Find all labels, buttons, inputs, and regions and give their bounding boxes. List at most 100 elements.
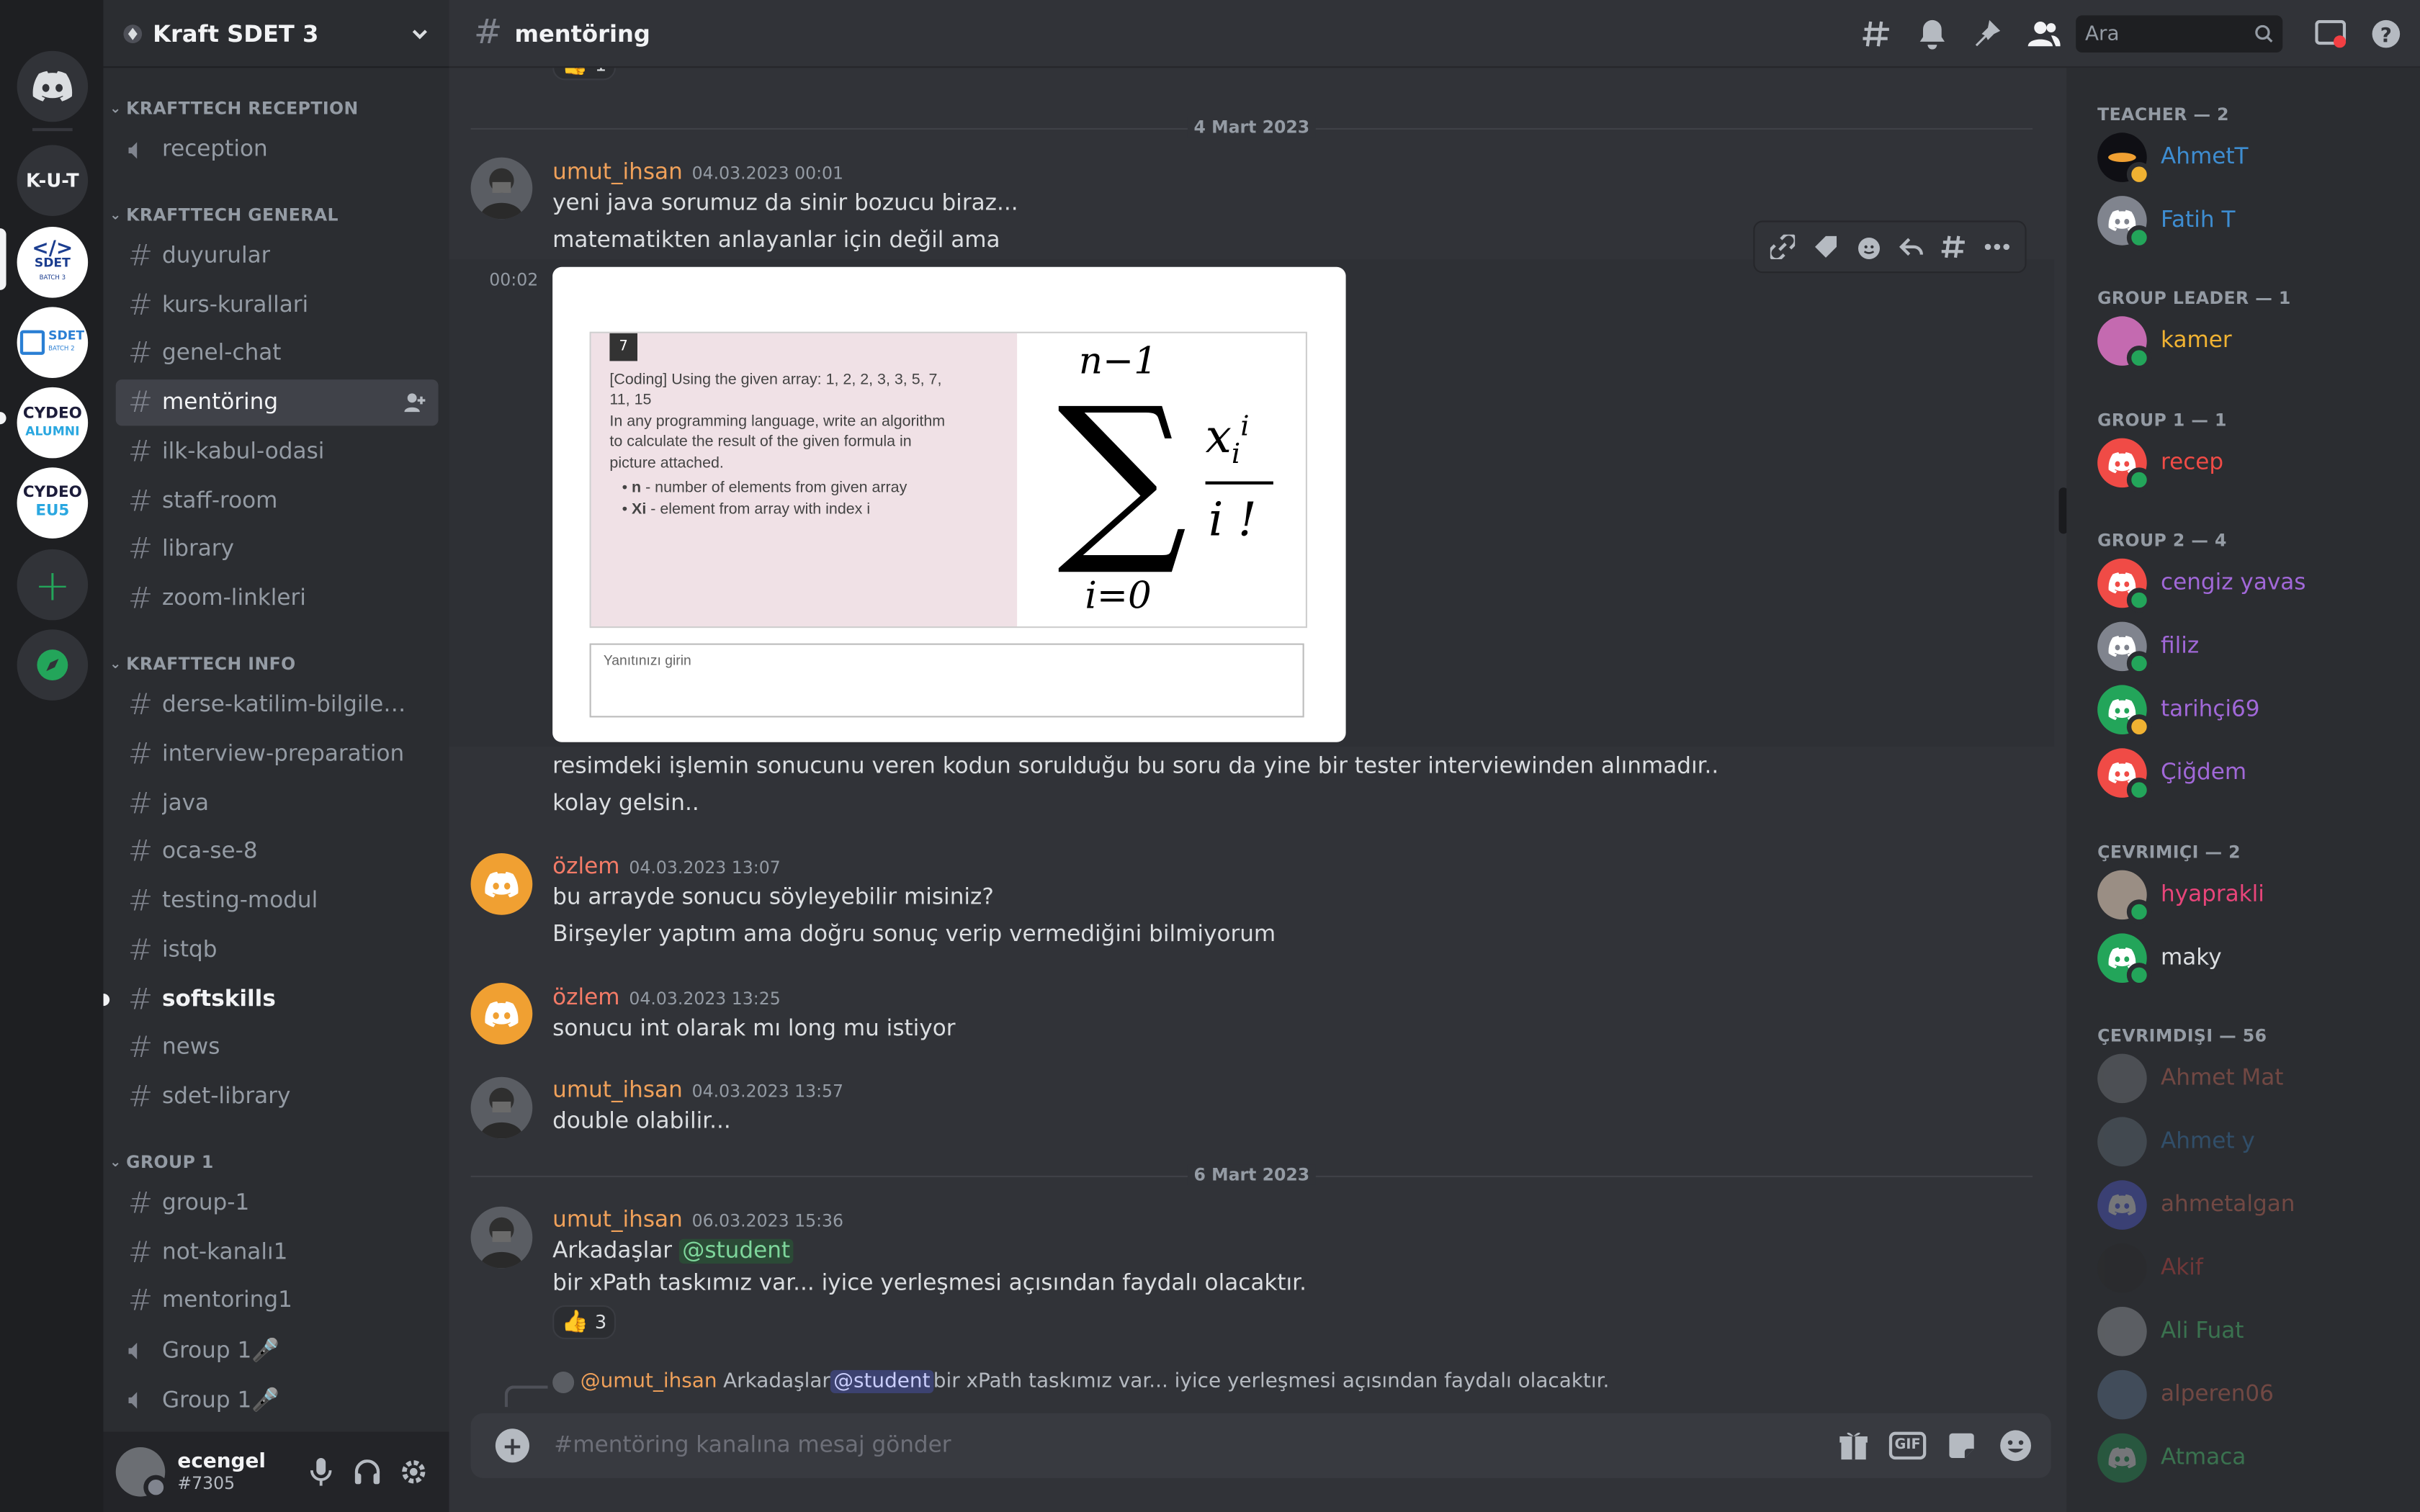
- link-icon[interactable]: [1765, 230, 1799, 264]
- member-item[interactable]: Çiğdem: [2097, 748, 2246, 803]
- bullet-item: • Xi - element from array with index i: [622, 501, 871, 518]
- channel-zoom-linkleri[interactable]: # zoom-linkleri: [116, 575, 439, 621]
- role-mention[interactable]: @student: [678, 1238, 794, 1264]
- channel-duyurular[interactable]: # duyurular: [116, 233, 439, 279]
- home-button[interactable]: [17, 50, 89, 122]
- channel-kurs-kurallari[interactable]: # kurs-kurallari: [116, 282, 439, 328]
- category-krafttech-reception[interactable]: ⌄ KRAFTTECH RECEPTION: [109, 99, 359, 119]
- microphone-icon[interactable]: [298, 1457, 344, 1486]
- channel-reception[interactable]: 🔈︎ reception: [116, 127, 439, 173]
- channel-istqb[interactable]: # istqb: [116, 927, 439, 973]
- reaction-thumbs-up[interactable]: 👍 3: [552, 1305, 616, 1339]
- server-sdet-batch-2[interactable]: SDET BATCH 2: [17, 307, 89, 378]
- inbox-icon[interactable]: [2313, 19, 2347, 50]
- author-name[interactable]: umut_ihsan: [552, 1079, 683, 1103]
- channel-interview-preparation[interactable]: # interview-preparation: [116, 732, 439, 778]
- member-item[interactable]: Ahmet y: [2097, 1117, 2255, 1166]
- create-thread-icon[interactable]: [1937, 230, 1971, 264]
- sticker-icon[interactable]: [1943, 1427, 1980, 1464]
- category-krafttech-info[interactable]: ⌄ KRAFTTECH INFO: [109, 654, 295, 675]
- message-input[interactable]: #mentöring kanalına mesaj gönder: [554, 1434, 1835, 1458]
- threads-icon[interactable]: [1860, 19, 1894, 50]
- gif-icon[interactable]: GIF: [1888, 1427, 1927, 1464]
- avatar[interactable]: [470, 853, 533, 915]
- channel-news[interactable]: # news: [116, 1025, 439, 1071]
- channel-softskills[interactable]: # softskills: [103, 976, 439, 1022]
- member-item[interactable]: tarihçi69: [2097, 685, 2260, 739]
- member-item[interactable]: Ahmet Mat: [2097, 1053, 2283, 1104]
- hash-icon: #: [127, 1283, 153, 1318]
- more-options-icon[interactable]: [1980, 230, 2014, 264]
- search-input[interactable]: Ara: [2076, 15, 2283, 53]
- member-item[interactable]: cengiz yavas: [2097, 558, 2305, 613]
- channel-java[interactable]: # java: [116, 780, 439, 827]
- member-item[interactable]: Akif: [2097, 1243, 2203, 1293]
- channel-not-kanali1[interactable]: # not-kanalı1: [116, 1230, 439, 1276]
- channel-library[interactable]: # library: [116, 526, 439, 572]
- headphones-icon[interactable]: [344, 1459, 390, 1485]
- member-item[interactable]: AhmetT: [2097, 132, 2249, 187]
- channel-ilk-kabul-odasi[interactable]: # ilk-kabul-odasi: [116, 429, 439, 475]
- category-krafttech-general[interactable]: ⌄ KRAFTTECH GENERAL: [109, 205, 339, 225]
- tag-icon[interactable]: [1809, 230, 1842, 264]
- avatar[interactable]: [470, 1206, 533, 1269]
- server-sdet-batch-3[interactable]: </> SDET BATCH 3: [17, 227, 89, 298]
- author-name[interactable]: umut_ihsan: [552, 161, 683, 185]
- invite-icon[interactable]: [404, 392, 426, 413]
- add-reaction-icon[interactable]: [1851, 230, 1885, 264]
- reply-icon[interactable]: [1894, 230, 1928, 264]
- gift-icon[interactable]: [1835, 1427, 1872, 1464]
- server-kut[interactable]: K-U-T: [17, 145, 89, 216]
- voice-channel-group-1-b[interactable]: 🔈︎ Group 1🎤: [116, 1376, 439, 1422]
- channel-sdet-library[interactable]: # sdet-library: [116, 1074, 439, 1120]
- user-info[interactable]: ecengel #7305: [177, 1450, 297, 1493]
- member-item[interactable]: Atmaca: [2097, 1433, 2246, 1483]
- explore-servers-button[interactable]: [17, 629, 89, 701]
- member-item[interactable]: Ali Fuat: [2097, 1307, 2244, 1356]
- channel-derse-katilim[interactable]: # derse-katilim-bilgilend...: [116, 682, 439, 728]
- member-list-icon[interactable]: [2027, 19, 2061, 50]
- channel-mentoring[interactable]: # mentöring: [115, 379, 439, 426]
- member-item[interactable]: ahmetalgan: [2097, 1180, 2295, 1230]
- server-cydeo-alumni[interactable]: CYDEO ALUMNI: [17, 387, 89, 459]
- channel-testing-modul[interactable]: # testing-modul: [116, 878, 439, 924]
- reply-preview[interactable]: @umut_ihsan Arkadaşlar @student bir xPat…: [552, 1369, 1609, 1393]
- member-item[interactable]: Fatih T: [2097, 196, 2235, 251]
- status-idle: [2126, 714, 2152, 739]
- emoji-icon[interactable]: [1997, 1427, 2034, 1464]
- message-composer[interactable]: + #mentöring kanalına mesaj gönder GIF: [470, 1413, 2051, 1478]
- category-group-1[interactable]: ⌄ GROUP 1: [109, 1153, 214, 1173]
- channel-staff-room[interactable]: # staff-room: [116, 478, 439, 524]
- avatar[interactable]: [470, 983, 533, 1045]
- image-attachment[interactable]: 7 [Coding] Using the given array: 1, 2, …: [552, 266, 1346, 742]
- avatar: [2097, 438, 2152, 492]
- author-name[interactable]: özlem: [552, 855, 619, 879]
- user-avatar[interactable]: [115, 1446, 169, 1500]
- member-item[interactable]: alperen06: [2097, 1369, 2274, 1420]
- author-name[interactable]: umut_ihsan: [552, 1208, 683, 1233]
- settings-gear-icon[interactable]: [390, 1458, 436, 1486]
- channel-sidebar: Kraft SDET 3 ⌄ KRAFTTECH RECEPTION 🔈︎ rece…: [103, 0, 449, 1512]
- channel-genel-chat[interactable]: # genel-chat: [116, 330, 439, 377]
- pin-icon[interactable]: [1971, 19, 2004, 50]
- help-icon[interactable]: ?: [2369, 19, 2403, 50]
- timestamp: 04.03.2023 13:25: [629, 989, 781, 1009]
- server-cydeo-eu5[interactable]: CYDEO EU5: [17, 467, 89, 539]
- member-item[interactable]: filiz: [2097, 621, 2199, 676]
- add-server-button[interactable]: +: [17, 549, 89, 621]
- add-attachment-icon[interactable]: +: [495, 1428, 529, 1463]
- server-header[interactable]: Kraft SDET 3: [103, 0, 449, 68]
- member-item[interactable]: recep: [2097, 438, 2223, 492]
- avatar[interactable]: [470, 157, 533, 220]
- channel-group-1[interactable]: # group-1: [116, 1180, 439, 1226]
- voice-channel-group-1-a[interactable]: 🔈︎ Group 1🎤: [116, 1327, 439, 1373]
- avatar[interactable]: [470, 1076, 533, 1139]
- plus-icon: +: [34, 559, 71, 611]
- member-item[interactable]: kamer: [2097, 316, 2232, 371]
- notification-bell-icon[interactable]: [1915, 19, 1949, 50]
- channel-mentoring1[interactable]: # mentoring1: [116, 1277, 439, 1323]
- author-name[interactable]: özlem: [552, 986, 619, 1010]
- channel-oca-se-8[interactable]: # oca-se-8: [116, 829, 439, 875]
- member-item[interactable]: maky: [2097, 933, 2222, 988]
- member-item[interactable]: hyaprakli: [2097, 870, 2264, 924]
